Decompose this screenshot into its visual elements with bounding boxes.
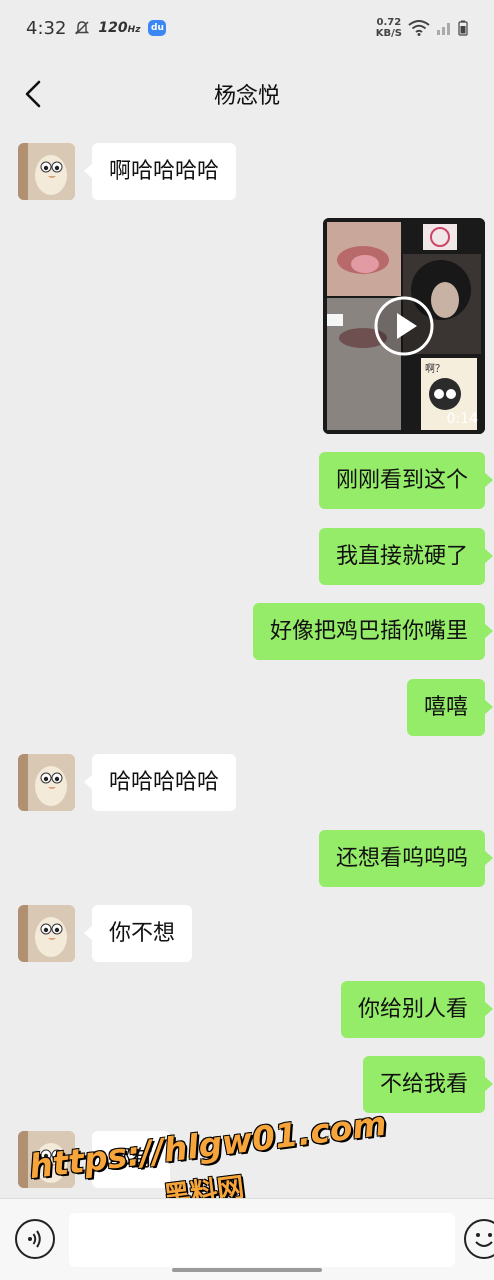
message-bubble-outgoing[interactable]: 不给我看 — [362, 1056, 494, 1113]
avatar-image — [18, 754, 75, 811]
message-input[interactable] — [69, 1213, 455, 1267]
signal-icon — [437, 23, 450, 35]
emoji-icon — [475, 1233, 493, 1247]
avatar-image — [18, 143, 75, 200]
contact-avatar[interactable] — [18, 1131, 75, 1188]
mute-icon — [75, 21, 90, 35]
avatar-image — [18, 1131, 75, 1188]
network-speed: 0.72 KB/S — [375, 17, 402, 39]
chat-input-bar — [0, 1198, 494, 1280]
video-thumbnail: 啊？ — [323, 218, 485, 434]
message-bubble-incoming[interactable]: 啊哈哈哈哈 — [83, 143, 237, 200]
battery-icon — [458, 20, 468, 36]
message-bubble-incoming[interactable]: 你不想 — [83, 905, 193, 962]
voice-icon — [28, 1230, 41, 1248]
chat-title: 杨念悦 — [213, 84, 280, 109]
message-bubble-incoming[interactable]: 哈哈哈哈哈 — [83, 754, 237, 811]
emoji-button[interactable] — [464, 1219, 494, 1259]
message-bubble-outgoing[interactable]: 还想看呜呜呜 — [318, 830, 494, 887]
avatar-image — [18, 905, 75, 962]
app-notification-badge: du — [148, 20, 167, 36]
voice-button[interactable] — [15, 1219, 55, 1259]
status-time: 4:32 — [26, 17, 67, 39]
contact-avatar[interactable] — [18, 905, 75, 962]
home-indicator — [172, 1268, 322, 1272]
message-bubble-outgoing[interactable]: 我直接就硬了 — [318, 528, 494, 585]
watermark-url: https://hlgw01.com — [26, 1103, 389, 1187]
sticker-text: 啊？ — [425, 363, 445, 375]
chat-header: 杨念悦 — [0, 56, 494, 132]
message-bubble-outgoing[interactable]: 刚刚看到这个 — [318, 452, 494, 509]
refresh-rate-label: 120Hz — [98, 20, 141, 36]
video-message[interactable]: 啊？ 0:14 — [323, 218, 485, 434]
contact-avatar[interactable] — [18, 754, 75, 811]
message-bubble-outgoing[interactable]: 好像把鸡巴插你嘴里 — [252, 603, 494, 660]
status-bar: 4:32 120Hz du 0.72 KB/S — [0, 0, 494, 56]
contact-avatar[interactable] — [18, 143, 75, 200]
video-duration: 0:14 — [446, 411, 478, 427]
chevron-left-icon — [25, 80, 41, 108]
message-bubble-outgoing[interactable]: 你给别人看 — [340, 981, 494, 1038]
wifi-icon — [408, 20, 430, 36]
message-bubble-outgoing[interactable]: 嘻嘻 — [406, 679, 494, 736]
message-bubble-incoming[interactable]: 哪有 — [83, 1131, 171, 1188]
back-button[interactable] — [18, 76, 48, 112]
